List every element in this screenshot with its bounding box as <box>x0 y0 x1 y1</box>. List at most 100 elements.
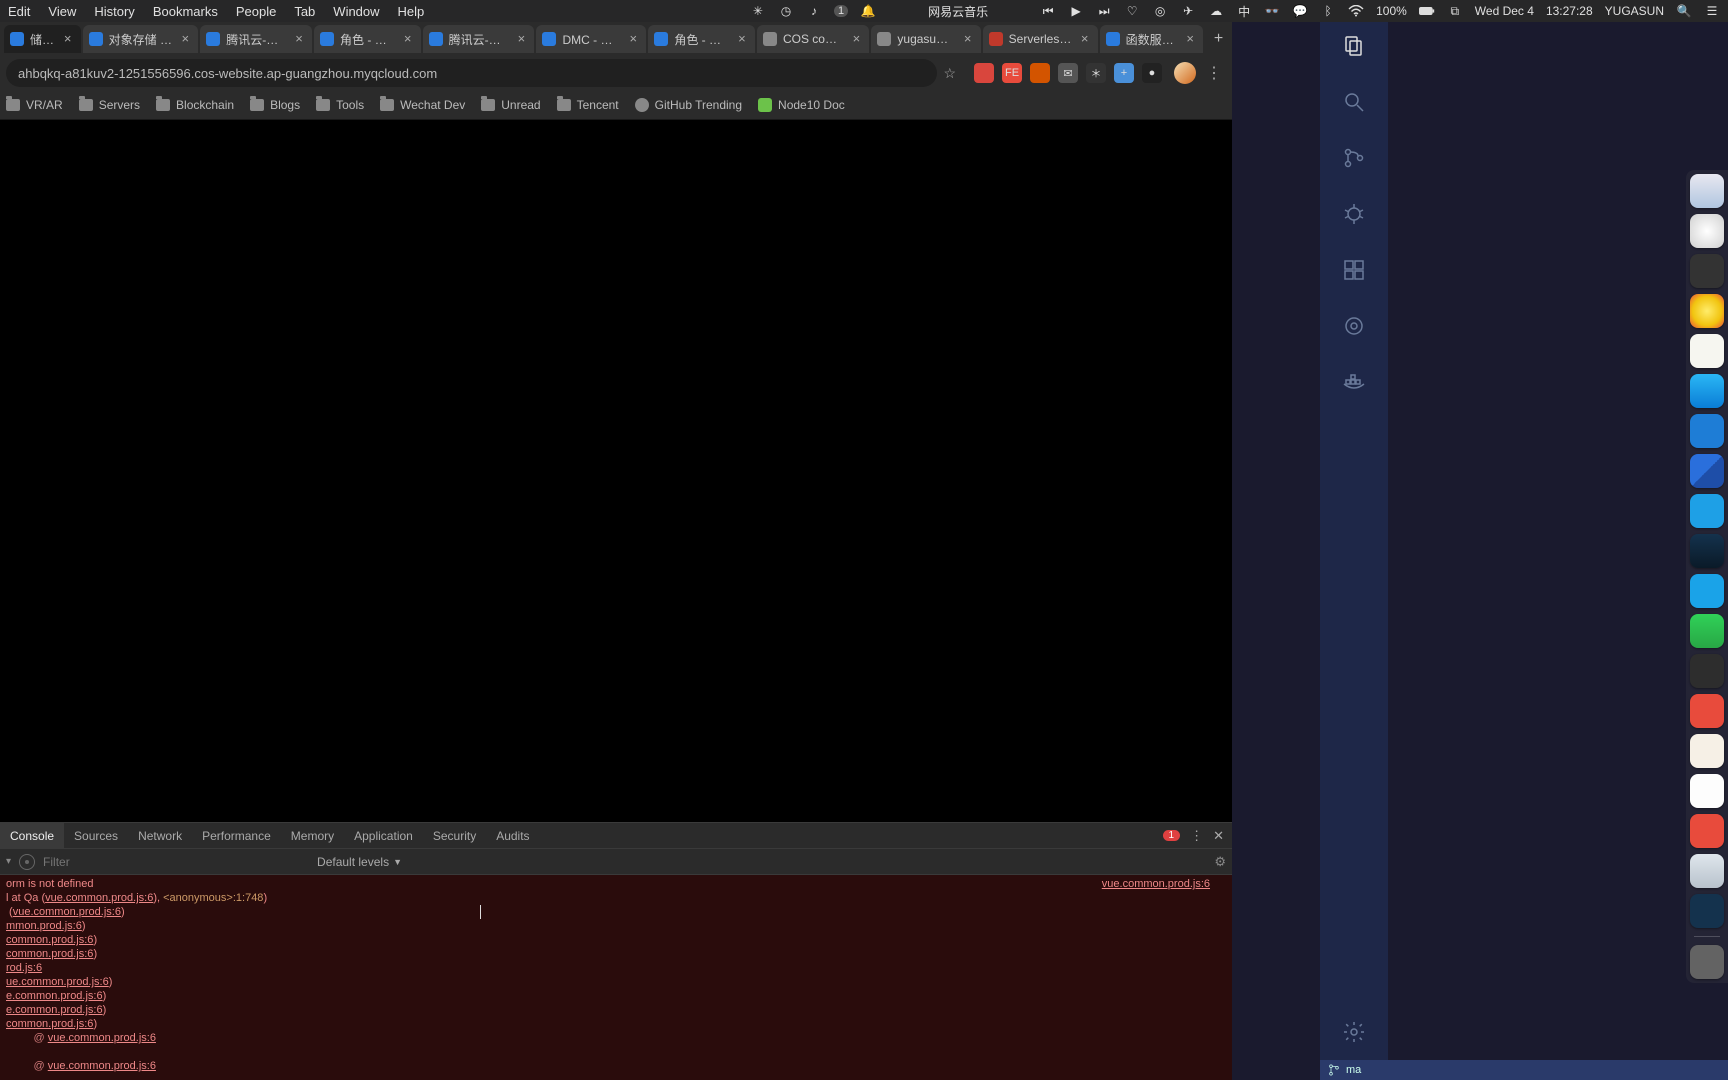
devtools-tab-security[interactable]: Security <box>423 823 486 848</box>
circle-icon[interactable]: ◎ <box>1152 3 1168 19</box>
dock-app-icon[interactable] <box>1690 254 1724 288</box>
menu-bookmarks[interactable]: Bookmarks <box>153 4 218 19</box>
new-tab-button[interactable]: + <box>1205 25 1232 53</box>
devtools-close-icon[interactable]: ✕ <box>1213 828 1224 844</box>
extensions-icon[interactable] <box>1340 256 1368 284</box>
heart-icon[interactable]: ♡ <box>1124 3 1140 19</box>
bookmark-item[interactable]: Tools <box>316 98 364 112</box>
search-icon[interactable] <box>1340 88 1368 116</box>
bookmark-item[interactable]: GitHub Trending <box>635 98 742 112</box>
user-label[interactable]: YUGASUN <box>1605 4 1664 18</box>
tab-close-icon[interactable]: × <box>514 32 528 46</box>
dock-app-icon[interactable] <box>1690 414 1724 448</box>
menu-people[interactable]: People <box>236 4 276 19</box>
bookmark-star-icon[interactable]: ☆ <box>943 65 956 82</box>
bookmark-item[interactable]: Wechat Dev <box>380 98 465 112</box>
battery-icon[interactable] <box>1419 3 1435 19</box>
source-reference-link[interactable]: vue.common.prod.js:6 <box>1102 877 1210 891</box>
bookmark-item[interactable]: Blogs <box>250 98 300 112</box>
extension-icon[interactable] <box>1030 63 1050 83</box>
extension-icon[interactable]: ✉ <box>1058 63 1078 83</box>
url-input[interactable] <box>6 59 937 87</box>
spotlight-icon[interactable]: 🔍 <box>1676 3 1692 19</box>
browser-menu-icon[interactable]: ⋮ <box>1202 63 1226 83</box>
tab-close-icon[interactable]: × <box>735 32 749 46</box>
devtools-tab-audits[interactable]: Audits <box>486 823 539 848</box>
media-play-icon[interactable]: ▶ <box>1068 3 1084 19</box>
filter-dropdown-icon[interactable]: ▾ <box>6 856 11 867</box>
dock-app-icon[interactable] <box>1690 614 1724 648</box>
bookmark-item[interactable]: Tencent <box>557 98 619 112</box>
bell-icon[interactable]: 🔔 <box>860 3 876 19</box>
tab-close-icon[interactable]: × <box>626 32 640 46</box>
live-expression-icon[interactable] <box>19 854 35 870</box>
ime-icon[interactable]: 中 <box>1236 3 1252 19</box>
menu-history[interactable]: History <box>94 4 134 19</box>
debug-icon[interactable] <box>1340 200 1368 228</box>
dock-app-icon[interactable] <box>1690 854 1724 888</box>
settings-gear-icon[interactable] <box>1340 1018 1368 1046</box>
devtools-menu-icon[interactable]: ⋮ <box>1190 828 1203 844</box>
bookmark-item[interactable]: Servers <box>79 98 140 112</box>
dock-app-icon[interactable] <box>1690 774 1724 808</box>
vscode-status-bar[interactable]: ma <box>1320 1060 1728 1080</box>
chat-icon[interactable]: 💬 <box>1292 3 1308 19</box>
devtools-tab-network[interactable]: Network <box>128 823 192 848</box>
dock-app-icon[interactable] <box>1690 534 1724 568</box>
devtools-tab-sources[interactable]: Sources <box>64 823 128 848</box>
bookmark-item[interactable]: Blockchain <box>156 98 234 112</box>
date-label[interactable]: Wed Dec 4 <box>1475 4 1534 18</box>
source-control-icon[interactable] <box>1340 144 1368 172</box>
menu-window[interactable]: Window <box>333 4 379 19</box>
devtools-tab-performance[interactable]: Performance <box>192 823 281 848</box>
tab-close-icon[interactable]: × <box>292 32 306 46</box>
dock-app-icon[interactable] <box>1690 454 1724 488</box>
wechat-icon[interactable]: ✳ <box>750 3 766 19</box>
dock-app-icon[interactable] <box>1690 814 1724 848</box>
bookmark-item[interactable]: Unread <box>481 98 540 112</box>
bookmark-item[interactable]: Node10 Doc <box>758 98 845 112</box>
browser-tab[interactable]: DMC - 数据× <box>536 25 646 53</box>
extension-icon[interactable]: + <box>1114 63 1134 83</box>
devtools-tab-application[interactable]: Application <box>344 823 423 848</box>
browser-tab[interactable]: COS compc× <box>757 25 869 53</box>
tab-close-icon[interactable]: × <box>401 32 415 46</box>
dock-app-icon[interactable] <box>1690 945 1724 979</box>
tab-close-icon[interactable]: × <box>178 32 192 46</box>
bluetooth-icon[interactable]: ᛒ <box>1320 3 1336 19</box>
tab-close-icon[interactable]: × <box>1183 32 1197 46</box>
dock-app-icon[interactable] <box>1690 574 1724 608</box>
browser-tab[interactable]: 角色 - 控制× <box>648 25 755 53</box>
extension-icon[interactable]: ＊ <box>1086 63 1106 83</box>
dock-app-icon[interactable] <box>1690 214 1724 248</box>
explorer-icon[interactable] <box>1340 32 1368 60</box>
tab-close-icon[interactable]: × <box>61 32 75 46</box>
console-settings-icon[interactable]: ⚙ <box>1214 854 1226 870</box>
switch-icon[interactable]: ⧉ <box>1447 3 1463 19</box>
extension-icon[interactable]: FE <box>1002 63 1022 83</box>
devtools-tab-memory[interactable]: Memory <box>281 823 344 848</box>
dock-app-icon[interactable] <box>1690 494 1724 528</box>
qq-icon[interactable]: ◷ <box>778 3 794 19</box>
browser-tab[interactable]: 腾讯云-控制× <box>200 25 312 53</box>
music-app-label[interactable]: 网易云音乐 <box>928 3 988 20</box>
menu-edit[interactable]: Edit <box>8 4 30 19</box>
cloud-icon[interactable]: ☁ <box>1208 3 1224 19</box>
bookmark-item[interactable]: VR/AR <box>6 98 63 112</box>
tab-close-icon[interactable]: × <box>849 32 863 46</box>
dock-app-icon[interactable] <box>1690 294 1724 328</box>
docker-icon[interactable] <box>1340 368 1368 396</box>
profile-avatar[interactable] <box>1174 62 1196 84</box>
tab-close-icon[interactable]: × <box>1078 32 1092 46</box>
dock-app-icon[interactable] <box>1690 694 1724 728</box>
console-filter-input[interactable] <box>43 855 303 869</box>
dock-app-icon[interactable] <box>1690 374 1724 408</box>
time-label[interactable]: 13:27:28 <box>1546 4 1593 18</box>
extension-icon[interactable]: ● <box>1142 63 1162 83</box>
location-icon[interactable]: ✈ <box>1180 3 1196 19</box>
extension-icon[interactable] <box>974 63 994 83</box>
error-count-badge[interactable]: 1 <box>1163 830 1181 841</box>
tab-close-icon[interactable]: × <box>961 32 975 46</box>
menu-view[interactable]: View <box>48 4 76 19</box>
browser-tab[interactable]: 储 提× <box>4 25 81 53</box>
